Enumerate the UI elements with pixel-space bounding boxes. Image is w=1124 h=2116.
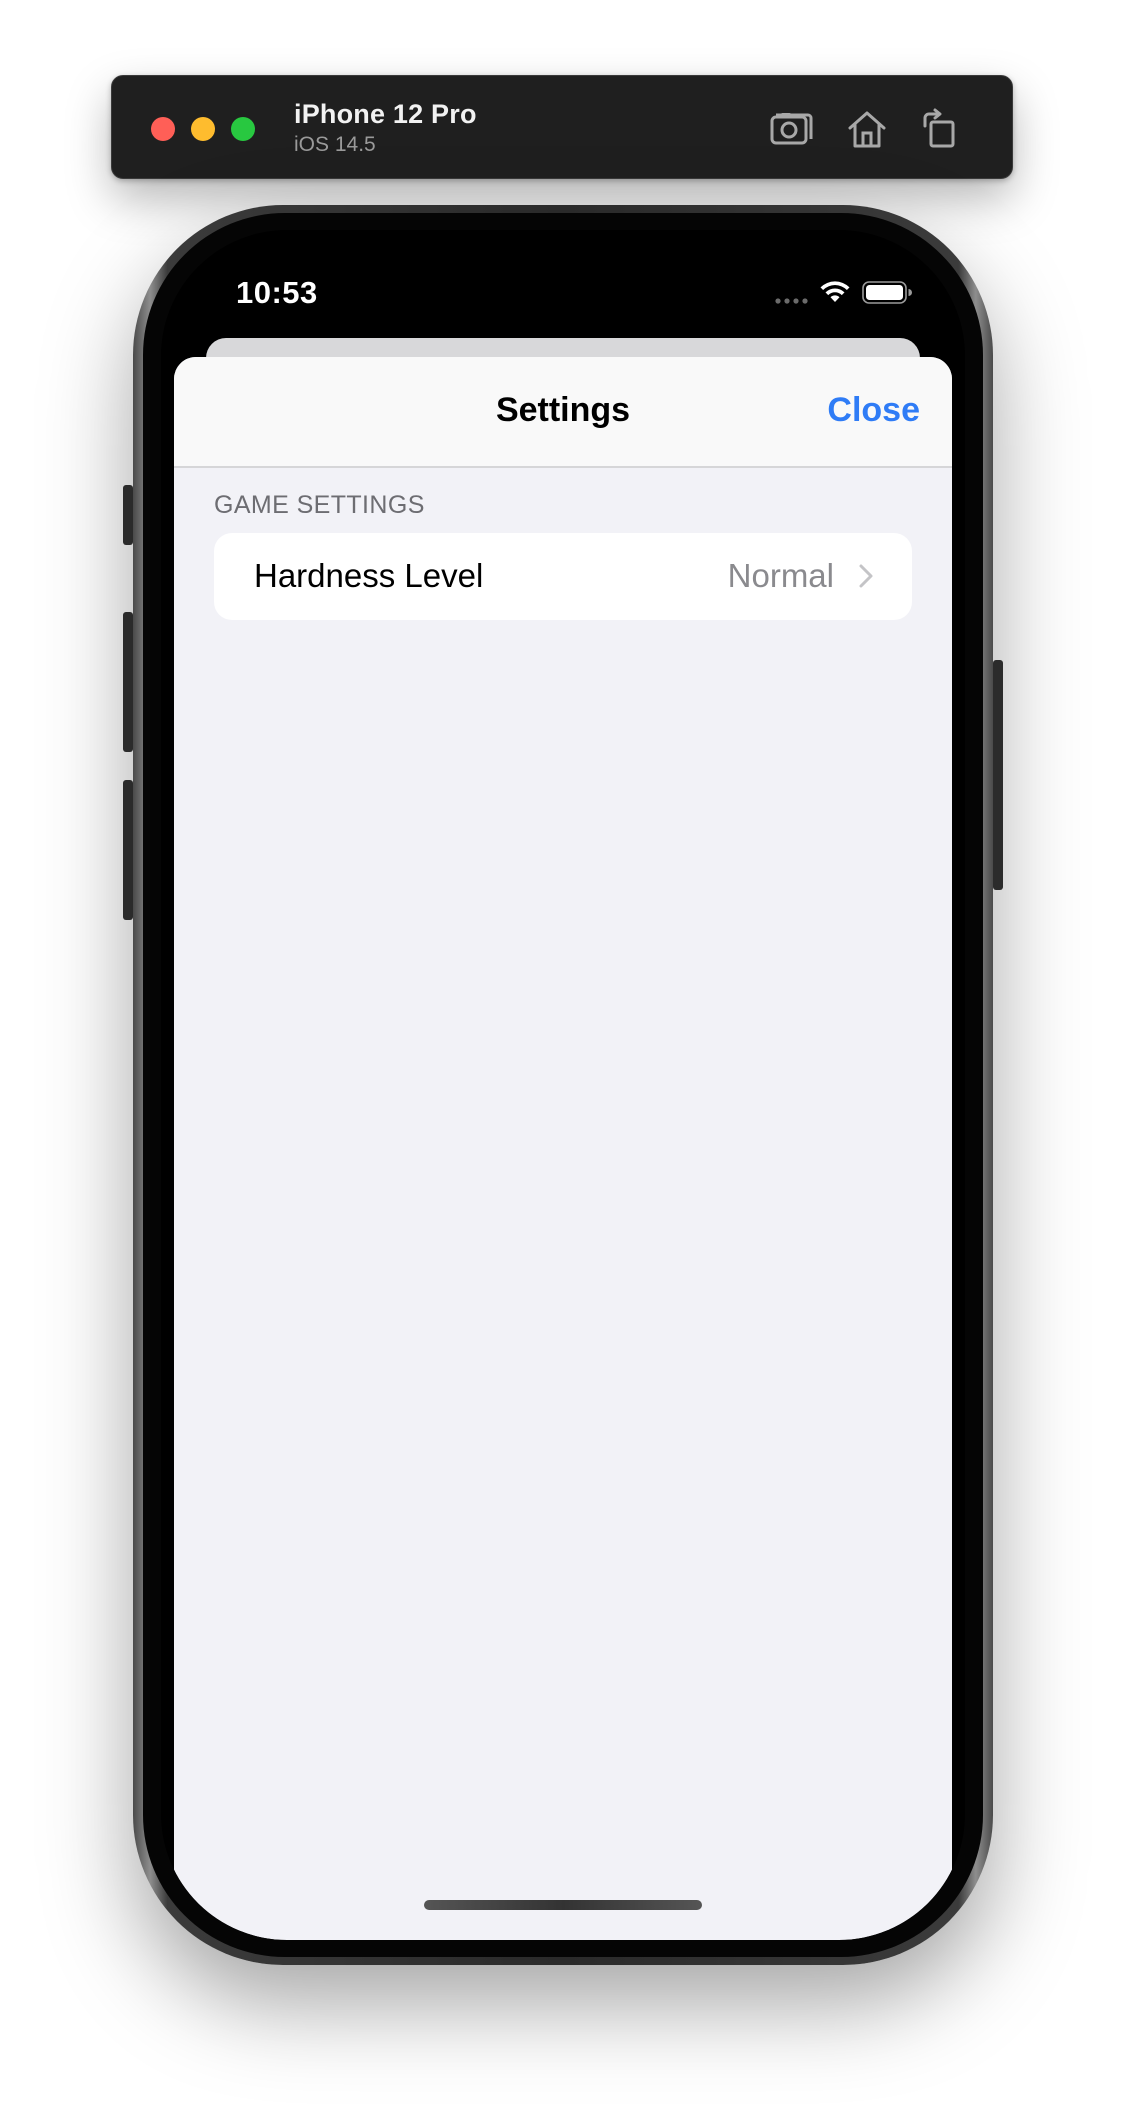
simulator-stage: iPhone 12 Pro iOS 14.5 10:53 Settings Cl… [0,0,1124,2116]
section-header-game-settings: GAME SETTINGS [214,491,425,519]
hardness-level-row[interactable]: Hardness Level Normal [214,533,912,620]
screen-content: Settings Close GAME SETTINGS Hardness Le… [161,230,965,1940]
chevron-right-icon [859,564,873,588]
home-indicator[interactable] [424,1900,702,1910]
rotate-icon[interactable] [917,106,963,152]
navigation-bar: Settings Close [174,357,952,468]
close-button[interactable]: Close [827,391,920,430]
silent-switch [123,485,133,545]
screenshot-icon[interactable] [767,106,813,152]
row-value: Normal [727,557,834,594]
os-version: iOS 14.5 [294,133,376,156]
settings-sheet: Settings Close GAME SETTINGS Hardness Le… [174,357,952,1940]
zoom-window-button[interactable] [231,117,255,141]
minimize-window-button[interactable] [191,117,215,141]
power-button [993,660,1003,890]
close-window-button[interactable] [151,117,175,141]
simulator-toolbar: iPhone 12 Pro iOS 14.5 [111,75,1013,179]
row-label: Hardness Level [254,557,484,594]
home-icon[interactable] [844,106,890,152]
device-screen: 10:53 Settings Close GAME SETTINGS Hardn… [161,230,965,1940]
device-name: iPhone 12 Pro [294,99,477,129]
volume-up-button [123,612,133,752]
volume-down-button [123,780,133,920]
